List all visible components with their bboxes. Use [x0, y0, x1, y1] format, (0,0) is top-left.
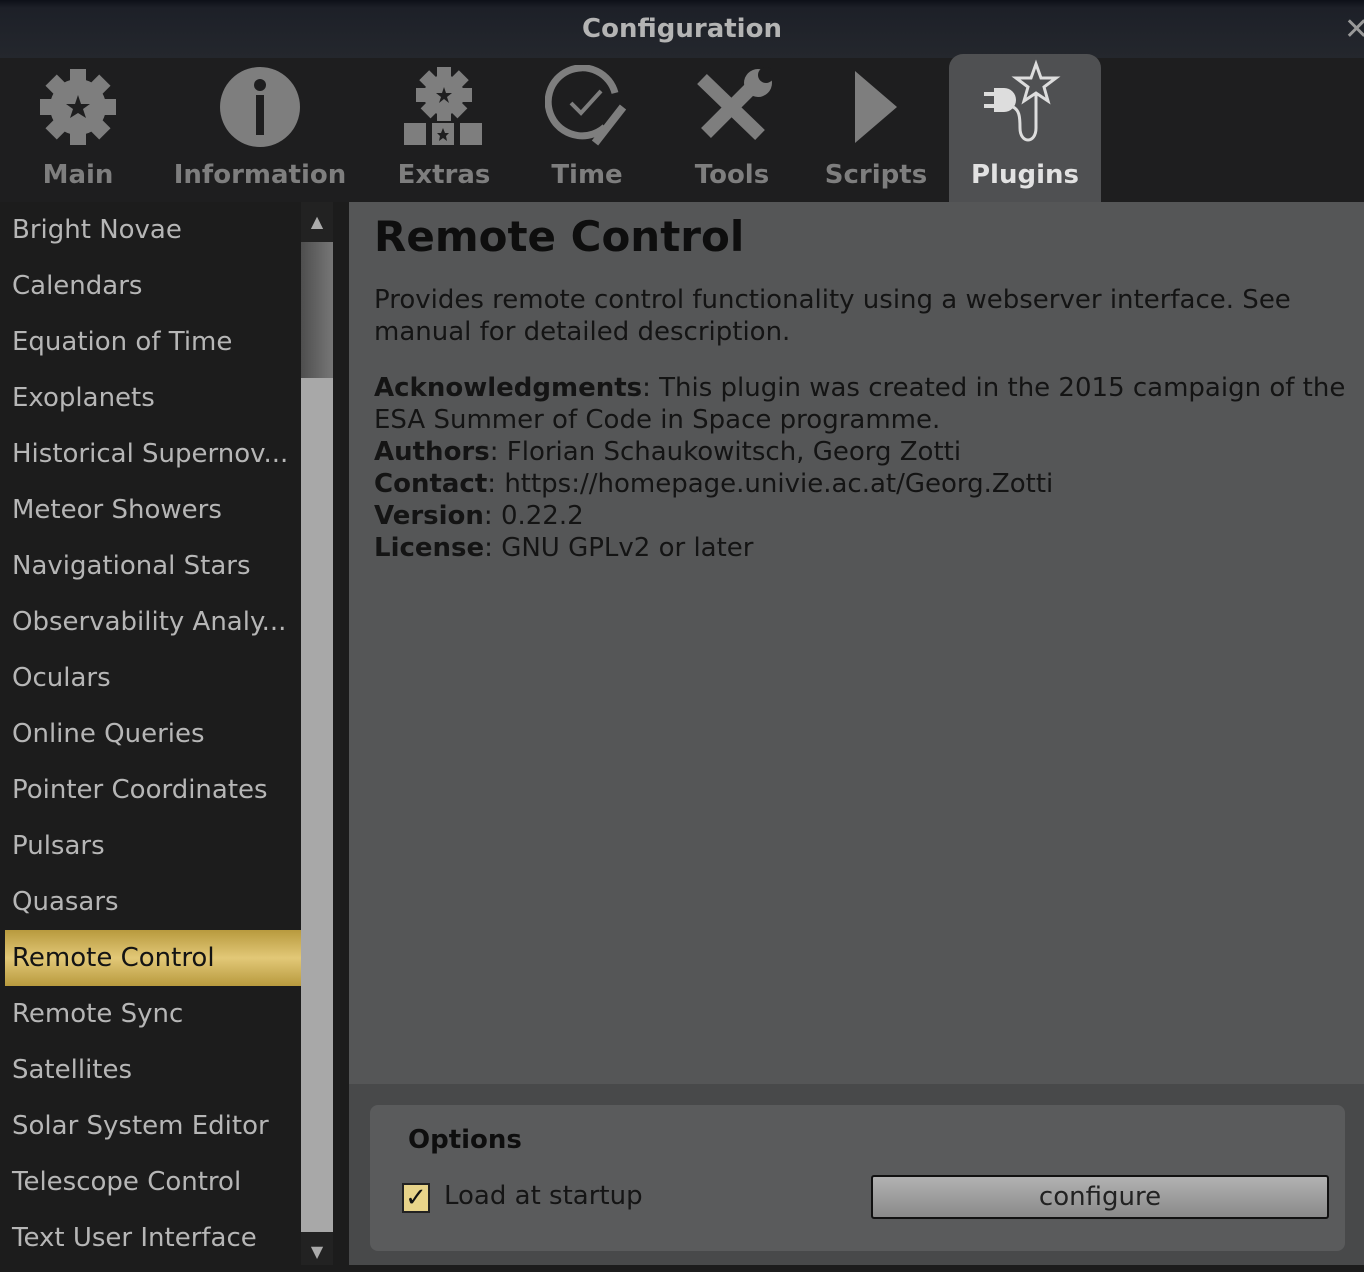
tab-tools[interactable]: Tools	[684, 58, 780, 202]
plugin-list-item[interactable]: Meteor Showers	[5, 482, 301, 538]
authors-label: Authors	[374, 437, 490, 467]
load-at-startup-label[interactable]: Load at startup	[444, 1181, 643, 1211]
plugin-list-item[interactable]: Solar System Editor	[5, 1098, 301, 1154]
contact-label: Contact	[374, 469, 488, 499]
plugin-list-scrollbar[interactable]: ▲ ▼	[301, 202, 333, 1265]
plugin-list[interactable]: Bright Novae Calendars Equation of Time Exo…	[0, 202, 301, 1265]
clock-wrench-icon	[540, 64, 634, 150]
options-group: Options ✓ Load at startup configure	[370, 1105, 1345, 1251]
tab-plugins[interactable]: Plugins	[949, 54, 1101, 202]
plugin-list-item[interactable]: Remote Sync	[5, 986, 301, 1042]
tools-icon	[684, 64, 780, 150]
options-title: Options	[408, 1125, 522, 1155]
plugin-list-item[interactable]: Satellites	[5, 1042, 301, 1098]
contact-value: https://homepage.univie.ac.at/Georg.Zott…	[504, 469, 1054, 499]
scroll-down-arrow-icon[interactable]: ▼	[301, 1232, 333, 1265]
close-icon[interactable]: ✕	[1344, 12, 1364, 47]
plugin-list-item[interactable]: Pointer Coordinates	[5, 762, 301, 818]
tab-label: Plugins	[971, 160, 1079, 190]
authors-value: Florian Schaukowitsch, Georg Zotti	[506, 437, 962, 467]
tab-label: Tools	[694, 160, 770, 190]
license-value: GNU GPLv2 or later	[501, 533, 754, 563]
scrollbar-track[interactable]	[301, 378, 333, 1232]
tab-label: Main	[42, 160, 114, 190]
title-bar: Configuration ✕	[0, 0, 1364, 58]
play-icon	[820, 64, 932, 150]
tab-label: Time	[551, 160, 623, 190]
tab-time[interactable]: Time	[540, 58, 634, 202]
plugin-list-item[interactable]: Navigational Stars	[5, 538, 301, 594]
plugin-list-item[interactable]: Observability Analy...	[5, 594, 301, 650]
plugin-list-item[interactable]: Calendars	[5, 258, 301, 314]
plugin-metadata: Acknowledgments: This plugin was created…	[374, 373, 1346, 563]
plugin-list-item[interactable]: Telescope Control	[5, 1154, 301, 1210]
tab-label: Information	[173, 160, 347, 190]
gear-star-icon	[20, 64, 136, 150]
tab-extras[interactable]: Extras	[392, 58, 496, 202]
version-value: 0.22.2	[500, 501, 584, 531]
extras-gear-icon	[392, 64, 496, 150]
plugin-list-item[interactable]: Text User Interface	[5, 1210, 301, 1266]
plugin-list-item[interactable]: Pulsars	[5, 818, 301, 874]
tab-scripts[interactable]: Scripts	[820, 58, 932, 202]
plugin-list-item[interactable]: Quasars	[5, 874, 301, 930]
plugin-list-item[interactable]: Remote Control	[5, 930, 301, 986]
plug-star-icon	[949, 59, 1101, 146]
plugin-list-item[interactable]: Exoplanets	[5, 370, 301, 426]
options-area: Options ✓ Load at startup configure	[349, 1084, 1364, 1265]
plugin-detail-panel: Remote Control Provides remote control f…	[349, 202, 1364, 1265]
configure-button[interactable]: configure	[871, 1175, 1329, 1219]
plugin-list-item[interactable]: Online Queries	[5, 706, 301, 762]
plugin-description: Provides remote control functionality us…	[374, 285, 1291, 347]
license-label: License	[374, 533, 485, 563]
ack-label: Acknowledgments	[374, 373, 643, 403]
scroll-up-arrow-icon[interactable]: ▲	[301, 202, 333, 242]
load-at-startup-checkbox[interactable]: ✓	[402, 1183, 430, 1213]
plugin-list-item[interactable]: Bright Novae	[5, 202, 301, 258]
plugin-list-item[interactable]: Equation of Time	[5, 314, 301, 370]
tab-main[interactable]: Main	[20, 58, 136, 202]
tab-label: Scripts	[824, 160, 928, 190]
info-icon	[168, 64, 352, 150]
tab-bar: Main Information Extras Time Tools Scrip…	[0, 54, 1364, 202]
plugin-list-item[interactable]: Historical Supernov...	[5, 426, 301, 482]
version-label: Version	[374, 501, 484, 531]
plugin-title: Remote Control	[374, 212, 745, 261]
scrollbar-thumb[interactable]	[301, 242, 333, 378]
window-title: Configuration	[582, 14, 782, 44]
tab-label: Extras	[397, 160, 491, 190]
plugin-list-item[interactable]: Oculars	[5, 650, 301, 706]
tab-information[interactable]: Information	[168, 58, 352, 202]
